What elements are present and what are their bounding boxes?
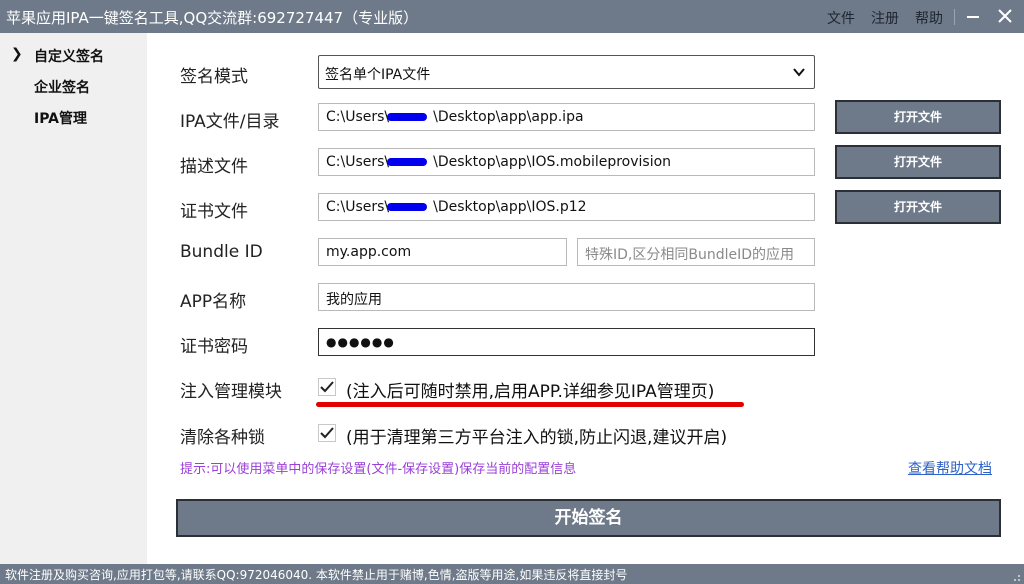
menu-register[interactable]: 注册: [871, 8, 899, 28]
status-bar: 软件注册及购买咨询,应用打包等,请联系QQ:972046040. 本软件禁止用于…: [0, 564, 1024, 584]
sign-mode-select[interactable]: 签名单个IPA文件: [318, 55, 815, 89]
inject-module-description: (注入后可随时禁用,启用APP.详细参见IPA管理页): [346, 382, 715, 402]
clear-locks-description: (用于清理第三方平台注入的锁,防止闪退,建议开启): [346, 428, 728, 448]
cert-label: 证书文件: [180, 202, 248, 222]
sign-mode-value: 签名单个IPA文件: [325, 67, 431, 83]
sidebar-item-custom-sign[interactable]: 自定义签名: [34, 46, 104, 66]
open-ipa-button[interactable]: 打开文件: [835, 100, 1001, 134]
cert-password-label: 证书密码: [180, 337, 248, 357]
cert-password-input[interactable]: ●●●●●●: [318, 328, 815, 356]
open-profile-button[interactable]: 打开文件: [835, 145, 1001, 179]
minimize-icon: [967, 16, 979, 18]
minimize-button[interactable]: [961, 4, 985, 28]
resize-grip-icon[interactable]: [1011, 572, 1021, 582]
chevron-down-icon: [793, 68, 805, 77]
redaction-mark: [387, 158, 427, 166]
redaction-mark: [387, 203, 427, 211]
cert-path-suffix: \Desktop\app\IOS.p12: [433, 199, 587, 215]
status-text: 软件注册及购买咨询,应用打包等,请联系QQ:972046040. 本软件禁止用于…: [5, 568, 628, 582]
open-cert-button[interactable]: 打开文件: [835, 190, 1001, 224]
ipa-path-prefix: C:\Users\: [326, 109, 390, 125]
cert-path-prefix: C:\Users\: [326, 199, 390, 215]
special-id-input[interactable]: 特殊ID,区分相同BundleID的应用: [577, 238, 815, 266]
inject-module-label: 注入管理模块: [180, 382, 282, 402]
bundle-id-label: Bundle ID: [180, 242, 263, 262]
red-underline-annotation: [316, 402, 744, 407]
clear-locks-checkbox[interactable]: [318, 424, 336, 442]
inject-module-checkbox[interactable]: [318, 378, 336, 396]
menu-file[interactable]: 文件: [827, 8, 855, 28]
ipa-path-suffix: \Desktop\app\app.ipa: [433, 109, 584, 125]
app-name-label: APP名称: [180, 292, 247, 312]
window-title: 苹果应用IPA一键签名工具,QQ交流群:692727447（专业版）: [6, 9, 419, 27]
profile-path-suffix: \Desktop\app\IOS.mobileprovision: [433, 154, 672, 170]
sign-mode-label: 签名模式: [180, 67, 248, 87]
menu-help[interactable]: 帮助: [915, 8, 943, 28]
clear-locks-label: 清除各种锁: [180, 428, 265, 448]
bundle-id-input[interactable]: my.app.com: [318, 238, 567, 266]
menu-divider: [954, 9, 955, 25]
title-bar: 苹果应用IPA一键签名工具,QQ交流群:692727447（专业版） 文件 注册…: [0, 0, 1024, 33]
redaction-mark: [387, 113, 427, 121]
ipa-file-label: IPA文件/目录: [180, 112, 280, 132]
profile-path-prefix: C:\Users\: [326, 154, 390, 170]
app-name-input[interactable]: 我的应用: [318, 283, 815, 311]
profile-label: 描述文件: [180, 157, 248, 177]
sidebar-item-ipa-manage[interactable]: IPA管理: [34, 108, 87, 128]
start-sign-button[interactable]: 开始签名: [176, 499, 1001, 537]
close-button[interactable]: [993, 4, 1017, 28]
close-icon: [998, 9, 1012, 23]
hint-text: 提示:可以使用菜单中的保存设置(文件-保存设置)保存当前的配置信息: [180, 462, 577, 477]
help-docs-link[interactable]: 查看帮助文档: [908, 458, 992, 478]
sidebar-item-enterprise-sign[interactable]: 企业签名: [34, 77, 90, 97]
selected-chevron-icon: ❯: [11, 46, 23, 62]
